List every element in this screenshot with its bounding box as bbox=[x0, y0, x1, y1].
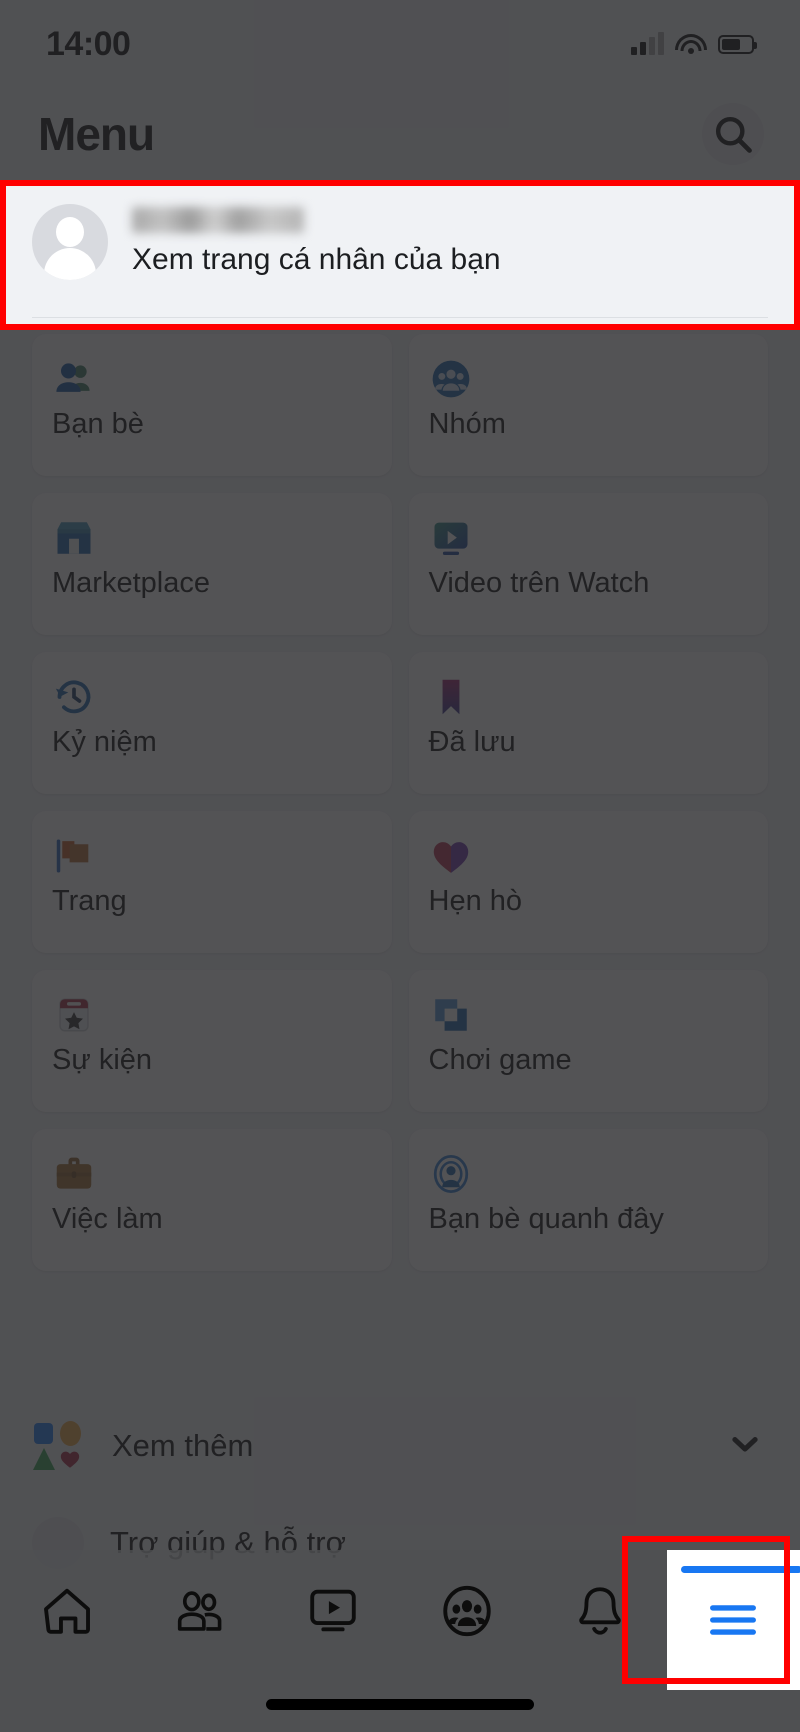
status-bar: 14:00 bbox=[0, 0, 800, 88]
search-icon bbox=[715, 116, 752, 153]
marketplace-icon bbox=[52, 515, 372, 561]
nav-item-groups[interactable] bbox=[400, 1550, 533, 1672]
nav-item-home[interactable] bbox=[0, 1550, 133, 1672]
menu-item-label: Marketplace bbox=[52, 567, 210, 599]
app-screen: 14:00 Menu Xem trang cá nhân của bạn Bạn… bbox=[0, 0, 800, 1732]
divider bbox=[32, 317, 768, 318]
menu-item-marketplace[interactable]: Marketplace bbox=[32, 493, 392, 635]
menu-item-gaming[interactable]: Chơi game bbox=[408, 970, 768, 1112]
friends-outline-icon bbox=[177, 1591, 222, 1631]
menu-item-dating[interactable]: Hẹn hò bbox=[408, 811, 768, 953]
menu-item-label: Trang bbox=[52, 885, 127, 917]
home-indicator bbox=[266, 1699, 534, 1710]
menu-item-groups[interactable]: Nhóm bbox=[408, 334, 768, 476]
nav-item-menu[interactable] bbox=[666, 1550, 800, 1690]
shapes-icon bbox=[32, 1419, 86, 1473]
nav-item-watch[interactable] bbox=[267, 1550, 400, 1672]
menu-item-label: Sự kiện bbox=[52, 1044, 153, 1076]
menu-item-label: Nhóm bbox=[428, 408, 506, 440]
see-more-row[interactable]: Xem thêm bbox=[0, 1398, 800, 1494]
gaming-icon bbox=[429, 992, 749, 1038]
menu-item-friends[interactable]: Bạn bè bbox=[32, 334, 392, 476]
menu-item-label: Việc làm bbox=[52, 1203, 163, 1235]
watch-video-icon bbox=[429, 515, 749, 561]
profile-name bbox=[132, 207, 304, 233]
cellular-signal-icon bbox=[631, 32, 664, 55]
battery-icon bbox=[718, 34, 757, 54]
home-icon bbox=[43, 1588, 90, 1634]
chevron-down-icon[interactable] bbox=[726, 1425, 764, 1468]
nav-item-friends[interactable] bbox=[133, 1550, 266, 1672]
profile-subtitle: Xem trang cá nhân của bạn bbox=[132, 243, 501, 276]
profile-row[interactable]: Xem trang cá nhân của bạn bbox=[0, 186, 800, 328]
watch-icon bbox=[310, 1589, 357, 1632]
jobs-briefcase-icon bbox=[52, 1151, 372, 1197]
hamburger-menu-icon bbox=[710, 1605, 757, 1635]
status-time: 14:00 bbox=[46, 24, 131, 63]
menu-item-label: Video trên Watch bbox=[428, 567, 650, 599]
groups-outline-icon bbox=[442, 1585, 491, 1637]
menu-item-pages[interactable]: Trang bbox=[32, 811, 392, 953]
dating-heart-icon bbox=[429, 833, 749, 879]
menu-header: Menu bbox=[0, 88, 800, 180]
default-avatar-icon bbox=[32, 204, 108, 280]
menu-item-saved[interactable]: Đã lưu bbox=[408, 652, 768, 794]
see-more-label: Xem thêm bbox=[112, 1428, 254, 1463]
nav-item-notifications[interactable] bbox=[533, 1550, 666, 1672]
menu-item-label: Bạn bè quanh đây bbox=[428, 1203, 664, 1235]
events-calendar-star-icon bbox=[52, 992, 372, 1038]
menu-item-memories[interactable]: Kỷ niệm bbox=[32, 652, 392, 794]
menu-item-label: Đã lưu bbox=[428, 726, 516, 758]
memories-clock-icon bbox=[52, 674, 372, 720]
menu-item-nearby-friends[interactable]: Bạn bè quanh đây bbox=[408, 1129, 768, 1271]
menu-item-label: Hẹn hò bbox=[428, 885, 523, 917]
bottom-nav-bar bbox=[0, 1550, 800, 1732]
menu-item-label: Bạn bè bbox=[52, 408, 144, 440]
status-icons bbox=[631, 32, 757, 55]
menu-grid: Bạn bè Nhóm Marketplace Video trên Watch… bbox=[0, 334, 800, 1271]
menu-item-label: Chơi game bbox=[428, 1044, 572, 1076]
groups-icon bbox=[429, 356, 749, 402]
saved-bookmark-icon bbox=[429, 674, 749, 720]
menu-item-watch[interactable]: Video trên Watch bbox=[408, 493, 768, 635]
bell-icon bbox=[579, 1587, 621, 1635]
menu-item-events[interactable]: Sự kiện bbox=[32, 970, 392, 1112]
wifi-icon bbox=[675, 33, 707, 55]
page-title: Menu bbox=[38, 108, 155, 160]
friends-icon bbox=[52, 356, 372, 402]
nearby-friends-icon bbox=[429, 1151, 749, 1197]
menu-item-label: Kỷ niệm bbox=[52, 726, 157, 758]
pages-flag-icon bbox=[52, 833, 372, 879]
menu-item-jobs[interactable]: Việc làm bbox=[32, 1129, 392, 1271]
search-button[interactable] bbox=[702, 103, 764, 165]
